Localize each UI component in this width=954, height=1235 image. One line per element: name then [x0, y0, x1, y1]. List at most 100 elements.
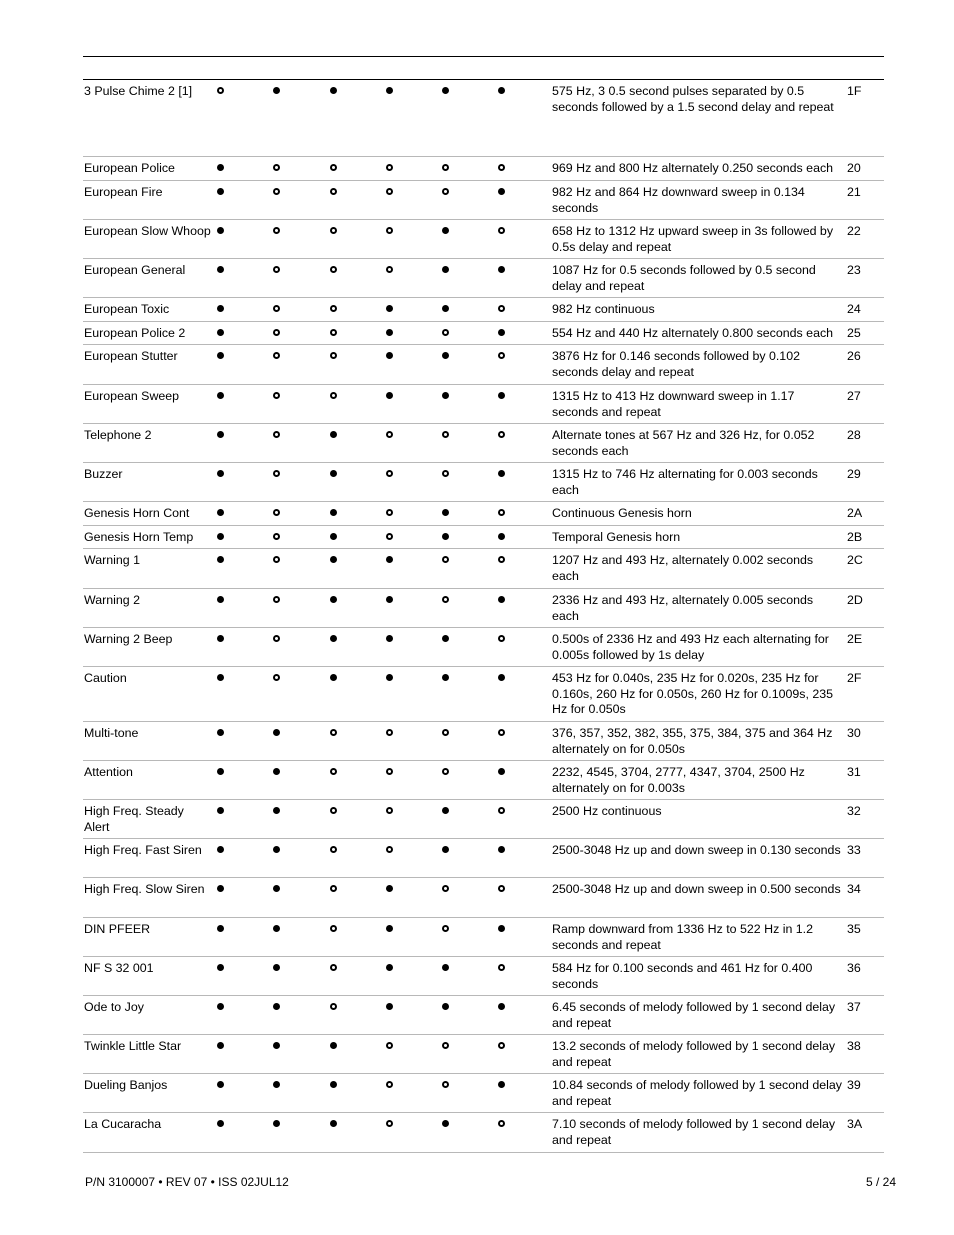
filled-circle-icon [217, 635, 224, 642]
table-row: Dueling Banjos 10.84 seconds of melody fo… [83, 1074, 884, 1113]
filled-circle-icon [498, 470, 505, 477]
tone-name: European Police [84, 161, 175, 175]
table-row: Warning 2 Beep 0.500s of 2336 Hz and 493 … [83, 628, 884, 667]
filled-circle-icon [442, 533, 449, 540]
hollow-circle-icon [498, 635, 505, 642]
filled-circle-icon [330, 509, 337, 516]
tone-name: Warning 1 [84, 553, 141, 567]
tone-code: 21 [847, 185, 861, 199]
hollow-circle-icon [330, 305, 337, 312]
tone-code: 34 [847, 882, 861, 896]
table-row: High Freq. Slow Siren 2500-3048 Hz up and… [83, 878, 884, 918]
filled-circle-icon [217, 352, 224, 359]
tone-description: 2500-3048 Hz up and down sweep in 0.500 … [552, 882, 841, 896]
tone-code: 39 [847, 1078, 861, 1092]
filled-circle-icon [217, 729, 224, 736]
tone-code: 2F [847, 671, 862, 685]
hollow-circle-icon [273, 470, 280, 477]
filled-circle-icon [217, 164, 224, 171]
footer-doc-id: P/N 3100007 • REV 07 • ISS 02JUL12 [85, 1175, 289, 1189]
filled-circle-icon [217, 392, 224, 399]
table-row: European Police 2 554 Hz and 440 Hz alter… [83, 322, 884, 345]
table-row: European General 1087 Hz for 0.5 seconds … [83, 259, 884, 298]
hollow-circle-icon [330, 227, 337, 234]
filled-circle-icon [217, 674, 224, 681]
tone-name: Ode to Joy [84, 1000, 144, 1014]
hollow-circle-icon [498, 509, 505, 516]
filled-circle-icon [273, 1003, 280, 1010]
table-row: European Police 969 Hz and 800 Hz alterna… [83, 157, 884, 181]
tone-table: 3 Pulse Chime 2 [1] 575 Hz, 3 0.5 second … [83, 79, 884, 1153]
tone-code: 2A [847, 506, 863, 520]
hollow-circle-icon [386, 1042, 393, 1049]
table-row: Buzzer 1315 Hz to 746 Hz alternating for … [83, 463, 884, 502]
filled-circle-icon [498, 674, 505, 681]
tone-description: 2500-3048 Hz up and down sweep in 0.130 … [552, 843, 841, 857]
filled-circle-icon [386, 885, 393, 892]
hollow-circle-icon [442, 188, 449, 195]
hollow-circle-icon [386, 188, 393, 195]
filled-circle-icon [498, 925, 505, 932]
filled-circle-icon [386, 925, 393, 932]
tone-name: 3 Pulse Chime 2 [1] [84, 84, 193, 98]
tone-description: 6.45 seconds of melody followed by 1 sec… [552, 1000, 836, 1030]
hollow-circle-icon [273, 266, 280, 273]
tone-code: 25 [847, 326, 861, 340]
hollow-circle-icon [273, 188, 280, 195]
tone-description: 13.2 seconds of melody followed by 1 sec… [552, 1039, 836, 1069]
hollow-circle-icon [386, 509, 393, 516]
table-row: European Toxic 982 Hz continuous 24 [83, 298, 884, 322]
filled-circle-icon [386, 635, 393, 642]
tone-name: European Slow Whoop [84, 224, 211, 238]
filled-circle-icon [273, 885, 280, 892]
filled-circle-icon [330, 1081, 337, 1088]
table-row: Warning 2 2336 Hz and 493 Hz, alternately… [83, 589, 884, 628]
hollow-circle-icon [386, 1120, 393, 1127]
filled-circle-icon [273, 846, 280, 853]
filled-circle-icon [217, 596, 224, 603]
filled-circle-icon [217, 431, 224, 438]
tone-description: 7.10 seconds of melody followed by 1 sec… [552, 1117, 836, 1147]
tone-name: NF S 32 001 [84, 961, 154, 975]
header-rule [83, 56, 884, 57]
tone-description: 584 Hz for 0.100 seconds and 461 Hz for … [552, 961, 813, 991]
tone-code: 20 [847, 161, 861, 175]
hollow-circle-icon [217, 87, 224, 94]
hollow-circle-icon [498, 1120, 505, 1127]
tone-code: 2E [847, 632, 863, 646]
hollow-circle-icon [386, 470, 393, 477]
tone-name: Dueling Banjos [84, 1078, 168, 1092]
hollow-circle-icon [330, 266, 337, 273]
hollow-circle-icon [330, 925, 337, 932]
filled-circle-icon [386, 556, 393, 563]
filled-circle-icon [442, 635, 449, 642]
hollow-circle-icon [498, 1042, 505, 1049]
footer-page-number: 5 / 24 [866, 1175, 897, 1189]
hollow-circle-icon [330, 885, 337, 892]
tone-description: 2336 Hz and 493 Hz, alternately 0.005 se… [552, 593, 814, 623]
tone-description: 2232, 4545, 3704, 2777, 4347, 3704, 2500… [552, 765, 805, 795]
hollow-circle-icon [498, 227, 505, 234]
filled-circle-icon [217, 305, 224, 312]
hollow-circle-icon [442, 556, 449, 563]
filled-circle-icon [498, 1081, 505, 1088]
filled-circle-icon [386, 87, 393, 94]
table-row: NF S 32 001 584 Hz for 0.100 seconds and … [83, 957, 884, 996]
table-row: High Freq. Fast Siren 2500-3048 Hz up and… [83, 839, 884, 878]
hollow-circle-icon [386, 227, 393, 234]
tone-name: European Fire [84, 185, 163, 199]
table-row: DIN PFEER Ramp downward from 1336 Hz to 5… [83, 918, 884, 957]
filled-circle-icon [217, 188, 224, 195]
filled-circle-icon [217, 1120, 224, 1127]
filled-circle-icon [217, 1003, 224, 1010]
tone-code: 28 [847, 428, 861, 442]
filled-circle-icon [330, 470, 337, 477]
tone-code: 3A [847, 1117, 863, 1131]
tone-name: Attention [84, 765, 133, 779]
tone-description: 575 Hz, 3 0.5 second pulses separated by… [552, 84, 834, 114]
filled-circle-icon [273, 1120, 280, 1127]
filled-circle-icon [273, 925, 280, 932]
filled-circle-icon [498, 188, 505, 195]
filled-circle-icon [442, 807, 449, 814]
hollow-circle-icon [498, 807, 505, 814]
